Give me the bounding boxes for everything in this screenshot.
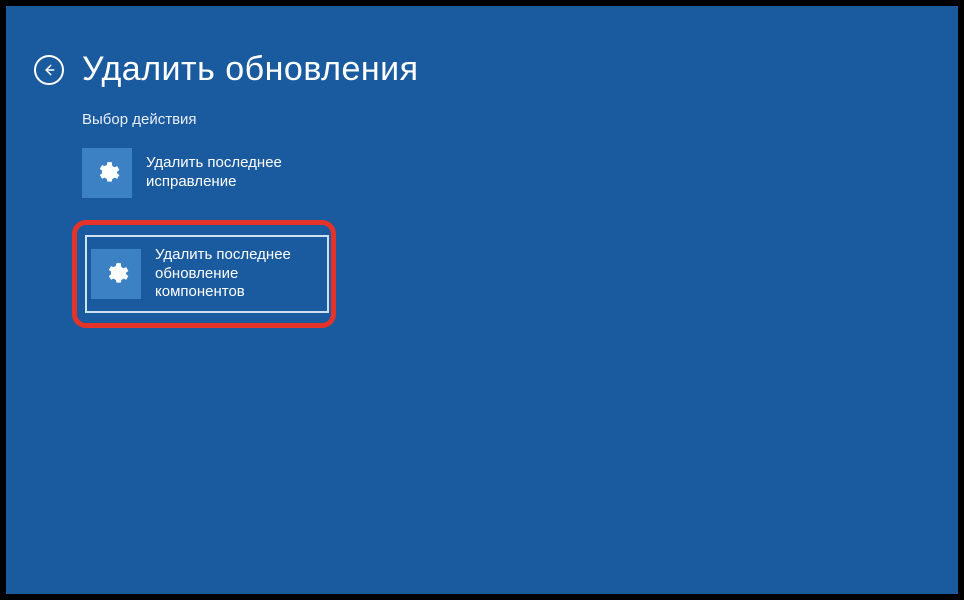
header-row: Удалить обновления — [6, 6, 958, 89]
option-icon-tile — [82, 148, 132, 198]
back-button[interactable] — [34, 55, 64, 85]
option-remove-feature-update[interactable]: Удалить последнее обновление компонентов — [85, 235, 329, 313]
option-icon-tile — [91, 249, 141, 299]
option-label: Удалить последнее исправление — [146, 154, 320, 192]
highlight-annotation: Удалить последнее обновление компонентов — [72, 220, 336, 328]
recovery-screen: Удалить обновления Выбор действия Удалит… — [6, 6, 958, 594]
back-arrow-icon — [42, 63, 56, 77]
gear-icon — [103, 261, 129, 287]
option-label: Удалить последнее обновление компонентов — [155, 246, 323, 302]
options-list: Удалить последнее исправление Удалить по… — [82, 142, 958, 328]
page-title: Удалить обновления — [82, 50, 419, 89]
gear-icon — [94, 160, 120, 186]
subtitle: Выбор действия — [82, 111, 958, 128]
option-remove-quality-update[interactable]: Удалить последнее исправление — [82, 142, 320, 204]
